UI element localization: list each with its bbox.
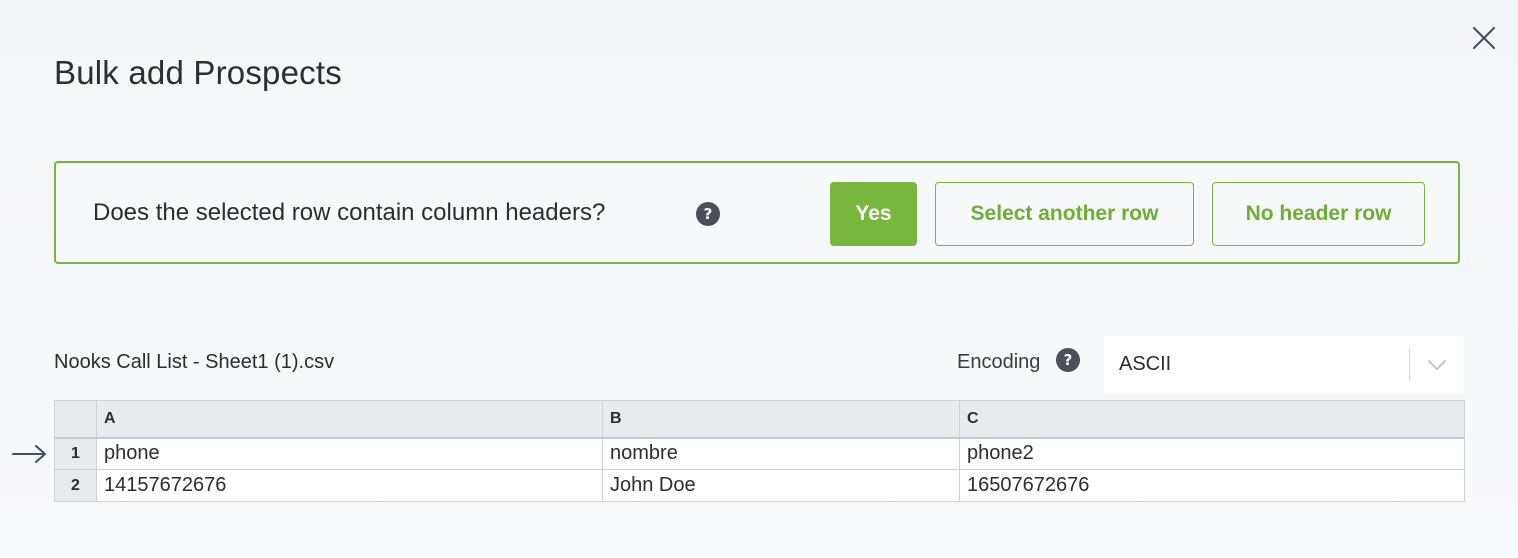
question-mark-icon[interactable]: ? [696,202,720,226]
bulk-add-modal: Bulk add Prospects Does the selected row… [0,0,1518,558]
arrow-right-icon [12,445,46,463]
table-cell: phone2 [959,437,1465,470]
close-icon [1473,27,1495,49]
modal-title: Bulk add Prospects [54,54,342,91]
yes-button[interactable]: Yes [830,182,917,246]
column-header-row: A B C [54,400,1465,439]
header-row-prompt: Does the selected row contain column hea… [54,161,1460,264]
header-question-text: Does the selected row contain column hea… [93,199,606,226]
select-divider [1409,348,1410,381]
encoding-help-icon[interactable]: ? [1056,348,1080,372]
table-cell: phone [96,437,603,470]
table-cell: 14157672676 [96,469,603,502]
column-header[interactable]: A [96,400,603,439]
no-header-row-button[interactable]: No header row [1212,182,1425,246]
row-number[interactable]: 1 [54,437,97,470]
close-button[interactable] [1468,22,1500,54]
table-row[interactable]: 2 14157672676 John Doe 16507672676 [54,469,1465,502]
column-header[interactable]: C [959,400,1465,439]
table-cell: 16507672676 [959,469,1465,502]
file-name: Nooks Call List - Sheet1 (1).csv [54,351,335,373]
select-another-row-button[interactable]: Select another row [935,182,1194,246]
csv-preview-table: A B C 1 phone nombre phone2 2 1415767267… [54,400,1465,502]
encoding-selected-value: ASCII [1119,353,1172,375]
table-cell: John Doe [602,469,960,502]
corner-cell [54,400,97,439]
table-row[interactable]: 1 phone nombre phone2 [54,437,1465,470]
table-cell: nombre [602,437,960,470]
chevron-down-icon[interactable] [1424,354,1450,376]
column-header[interactable]: B [602,400,960,439]
encoding-label: Encoding [957,351,1041,373]
encoding-select[interactable]: ASCII [1104,336,1464,393]
row-number[interactable]: 2 [54,469,97,502]
